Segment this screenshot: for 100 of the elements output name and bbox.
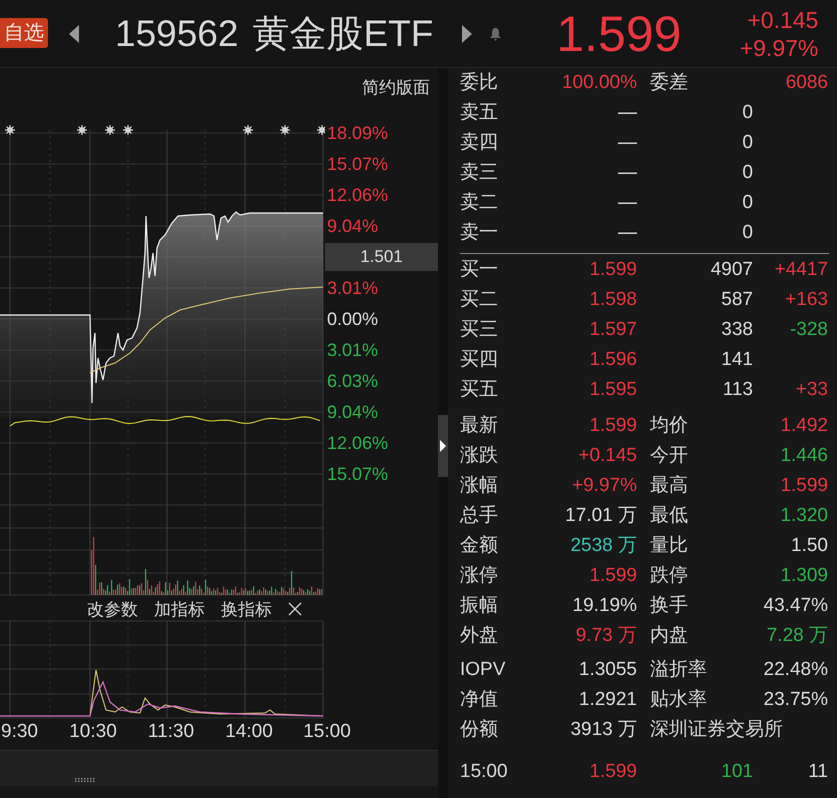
trade-price: 1.599 (588, 760, 637, 784)
stat-value: 23.75% (762, 688, 828, 712)
stat-value: 2538 万 (569, 534, 637, 558)
stat-value: 1.2921 (578, 688, 637, 712)
axis-label: 9.04% (326, 401, 380, 424)
stat-value: +0.145 (577, 444, 637, 468)
time-axis-label: 14:00 (224, 721, 274, 743)
stat-label: 外盘 (460, 624, 499, 648)
stat-value: 1.599 (779, 474, 828, 498)
stat-label: 今开 (649, 444, 689, 468)
scrollbar-track[interactable] (0, 750, 438, 786)
caret-icon (440, 440, 446, 452)
panel-toggle-button[interactable] (438, 415, 448, 477)
event-marker-icon[interactable] (316, 124, 325, 136)
stat-value: 19.19% (572, 594, 637, 618)
exchange-name: 深圳证券交易所 (649, 718, 784, 742)
time-axis-label: 15:00 (302, 721, 352, 743)
bell-icon[interactable] (489, 26, 502, 40)
bid-volume-change: +163 (784, 288, 828, 312)
stat-value: 17.01 万 (564, 504, 637, 528)
ask-level-label: 卖五 (460, 101, 499, 125)
bid-volume: 141 (720, 348, 753, 372)
stat-label: 跌停 (649, 564, 689, 588)
bid-price: 1.595 (588, 378, 637, 402)
event-marker-icon[interactable] (104, 124, 116, 136)
ask-volume: 0 (741, 191, 753, 215)
indicator-tool-link[interactable]: 加指标 (154, 598, 205, 620)
ask-level-label: 卖二 (460, 191, 499, 215)
ask-level-label: 卖一 (460, 221, 499, 245)
bid-price: 1.597 (588, 318, 637, 342)
time-axis-label: 9:30 (0, 721, 38, 743)
stat-value: 43.47% (762, 594, 828, 618)
stat-label: 金额 (460, 534, 499, 558)
grip-icon[interactable] (75, 778, 95, 782)
bid-level-label: 买三 (460, 318, 499, 342)
simple-layout-link[interactable]: 简约版面 (362, 76, 430, 99)
stat-label: 份额 (460, 718, 499, 742)
stat-value: 1.50 (790, 534, 828, 558)
stat-label: 振幅 (460, 594, 499, 618)
trade-time: 15:00 (460, 760, 509, 784)
bid-price: 1.596 (588, 348, 637, 372)
bid-volume-change: -328 (788, 318, 828, 342)
indicator-tool-link[interactable]: 改参数 (87, 598, 138, 620)
ask-price: — (617, 131, 637, 155)
event-marker-icon[interactable] (4, 124, 16, 136)
stat-value: 1.309 (779, 564, 828, 588)
stat-value: +9.97% (571, 474, 637, 498)
bid-volume: 338 (720, 318, 753, 342)
stat-label: 量比 (649, 534, 689, 558)
current-price: 1.599 (556, 4, 682, 62)
time-axis-label: 10:30 (68, 721, 118, 743)
stat-label: 总手 (460, 504, 499, 528)
stat-label: 内盘 (649, 624, 689, 648)
cursor-price-label: 1.501 (325, 243, 438, 271)
axis-label: 15.07% (326, 463, 390, 486)
bid-volume: 4907 (710, 258, 753, 282)
indicator-tool-link[interactable]: 换指标 (221, 598, 272, 620)
event-marker-icon[interactable] (76, 124, 88, 136)
stat-value: 3913 万 (569, 718, 637, 742)
axis-label: 12.06% (326, 184, 390, 207)
stat-value: 1.320 (779, 504, 828, 528)
watchlist-button[interactable]: 自选 (0, 18, 48, 48)
bid-level-label: 买四 (460, 348, 499, 372)
stat-value: 1.492 (779, 414, 828, 438)
axis-label: 3.01% (326, 277, 380, 300)
stat-label: 换手 (649, 594, 689, 618)
trade-count: 11 (807, 760, 828, 784)
axis-label: 9.04% (326, 215, 380, 238)
event-marker-icon[interactable] (122, 124, 134, 136)
stat-value: 22.48% (762, 658, 828, 682)
stat-value: 1.3055 (578, 658, 637, 682)
stat-label: 均价 (649, 414, 689, 438)
bid-price: 1.599 (588, 258, 637, 282)
order-ratio-value: 100.00% (560, 71, 637, 95)
stat-label: 最新 (460, 414, 499, 438)
order-ratio-label: 委比 (460, 71, 499, 95)
stat-label: 溢折率 (649, 658, 708, 682)
stat-label: IOPV (460, 658, 506, 682)
stat-value: 1.446 (779, 444, 828, 468)
order-ratio-label: 委差 (649, 71, 689, 95)
bid-volume-change: +4417 (774, 258, 828, 282)
close-icon[interactable] (288, 602, 302, 616)
bid-volume: 587 (720, 288, 753, 312)
stat-value: 1.599 (588, 414, 637, 438)
axis-label: 12.06% (326, 432, 390, 455)
previous-icon[interactable] (68, 24, 80, 44)
stat-label: 涨跌 (460, 444, 499, 468)
stock-name: 黄金股ETF (252, 12, 434, 56)
ask-level-label: 卖四 (460, 131, 499, 155)
ask-level-label: 卖三 (460, 161, 499, 185)
event-marker-icon[interactable] (279, 124, 291, 136)
event-marker-icon[interactable] (242, 124, 254, 136)
axis-label: 3.01% (326, 339, 380, 362)
stat-value: 7.28 万 (766, 624, 828, 648)
ask-volume: 0 (741, 131, 753, 155)
axis-label: 6.03% (326, 370, 380, 393)
time-axis-label: 11:30 (146, 721, 196, 743)
next-icon[interactable] (461, 24, 474, 44)
ask-volume: 0 (741, 221, 753, 245)
order-ratio-value: 6086 (784, 71, 828, 95)
